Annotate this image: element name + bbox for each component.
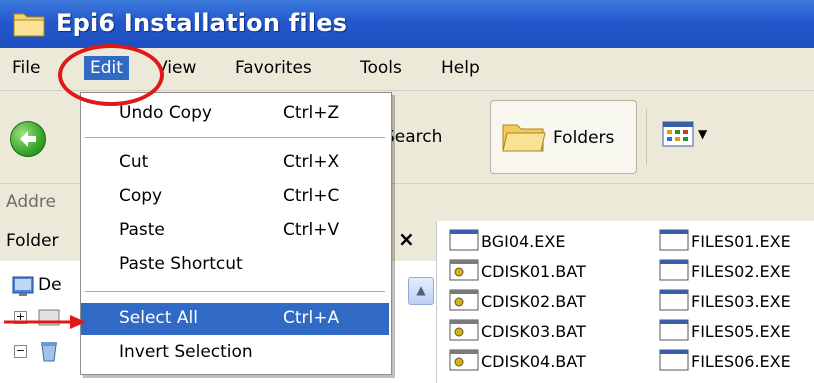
- annotation-circle: [58, 44, 164, 106]
- file-item[interactable]: CDISK03.BAT: [449, 319, 649, 345]
- menu-paste[interactable]: Paste Ctrl+V: [81, 215, 389, 247]
- file-item[interactable]: FILES06.EXE: [659, 349, 814, 375]
- file-item[interactable]: CDISK02.BAT: [449, 289, 649, 315]
- exe-file-icon: [449, 229, 479, 251]
- address-label: Addre: [6, 192, 56, 212]
- menu-separator: [85, 291, 385, 292]
- file-item[interactable]: FILES01.EXE: [659, 229, 814, 255]
- folders-pane-title: Folder: [6, 231, 59, 251]
- edit-menu-dropdown: Undo Copy Ctrl+Z Cut Ctrl+X Copy Ctrl+C …: [80, 92, 392, 375]
- back-button[interactable]: [10, 121, 46, 157]
- file-item[interactable]: FILES05.EXE: [659, 319, 814, 345]
- batch-file-icon: [449, 259, 479, 281]
- tree-item-label: De: [38, 275, 62, 295]
- menu-favorites[interactable]: Favorites: [235, 58, 312, 78]
- folders-icon: [501, 119, 547, 160]
- chevron-down-icon: ▼: [698, 127, 708, 141]
- batch-file-icon: [449, 319, 479, 341]
- folder-icon: [12, 8, 46, 44]
- menu-tools[interactable]: Tools: [360, 58, 402, 78]
- exe-file-icon: [659, 349, 689, 371]
- back-arrow-icon: [20, 131, 36, 147]
- scroll-up-button[interactable]: ▲: [408, 277, 434, 305]
- file-item[interactable]: BGI04.EXE: [449, 229, 649, 255]
- menu-select-all[interactable]: Select All Ctrl+A: [81, 303, 389, 335]
- menu-help[interactable]: Help: [441, 58, 480, 78]
- menu-invert-selection[interactable]: Invert Selection: [81, 337, 389, 369]
- batch-file-icon: [449, 349, 479, 371]
- file-item[interactable]: CDISK01.BAT: [449, 259, 649, 285]
- folders-label: Folders: [553, 128, 615, 148]
- menu-copy[interactable]: Copy Ctrl+C: [81, 181, 389, 213]
- exe-file-icon: [659, 259, 689, 281]
- file-list: BGI04.EXE CDISK01.BAT CDISK02.BAT CDISK0…: [437, 221, 814, 383]
- close-icon[interactable]: ×: [398, 227, 415, 251]
- file-item[interactable]: FILES03.EXE: [659, 289, 814, 315]
- views-grid-icon: [662, 121, 694, 147]
- views-button[interactable]: ▼: [662, 121, 707, 152]
- menu-separator: [85, 137, 385, 138]
- desktop-icon: [12, 275, 34, 302]
- file-item[interactable]: FILES02.EXE: [659, 259, 814, 285]
- recycle-bin-icon: [38, 339, 60, 368]
- title-bar: Epi6 Installation files: [0, 0, 814, 48]
- exe-file-icon: [659, 319, 689, 341]
- search-button[interactable]: Search: [384, 127, 442, 147]
- exe-file-icon: [659, 289, 689, 311]
- file-item[interactable]: CDISK04.BAT: [449, 349, 649, 375]
- menu-file[interactable]: File: [12, 58, 40, 78]
- collapse-toggle[interactable]: −: [14, 345, 27, 358]
- batch-file-icon: [449, 289, 479, 311]
- menu-cut[interactable]: Cut Ctrl+X: [81, 147, 389, 179]
- toolbar-separator: [646, 109, 647, 165]
- exe-file-icon: [659, 229, 689, 251]
- window-title: Epi6 Installation files: [56, 9, 348, 37]
- menu-paste-shortcut[interactable]: Paste Shortcut: [81, 249, 389, 281]
- annotation-arrow-icon: [4, 315, 86, 329]
- folders-button[interactable]: Folders: [490, 100, 637, 174]
